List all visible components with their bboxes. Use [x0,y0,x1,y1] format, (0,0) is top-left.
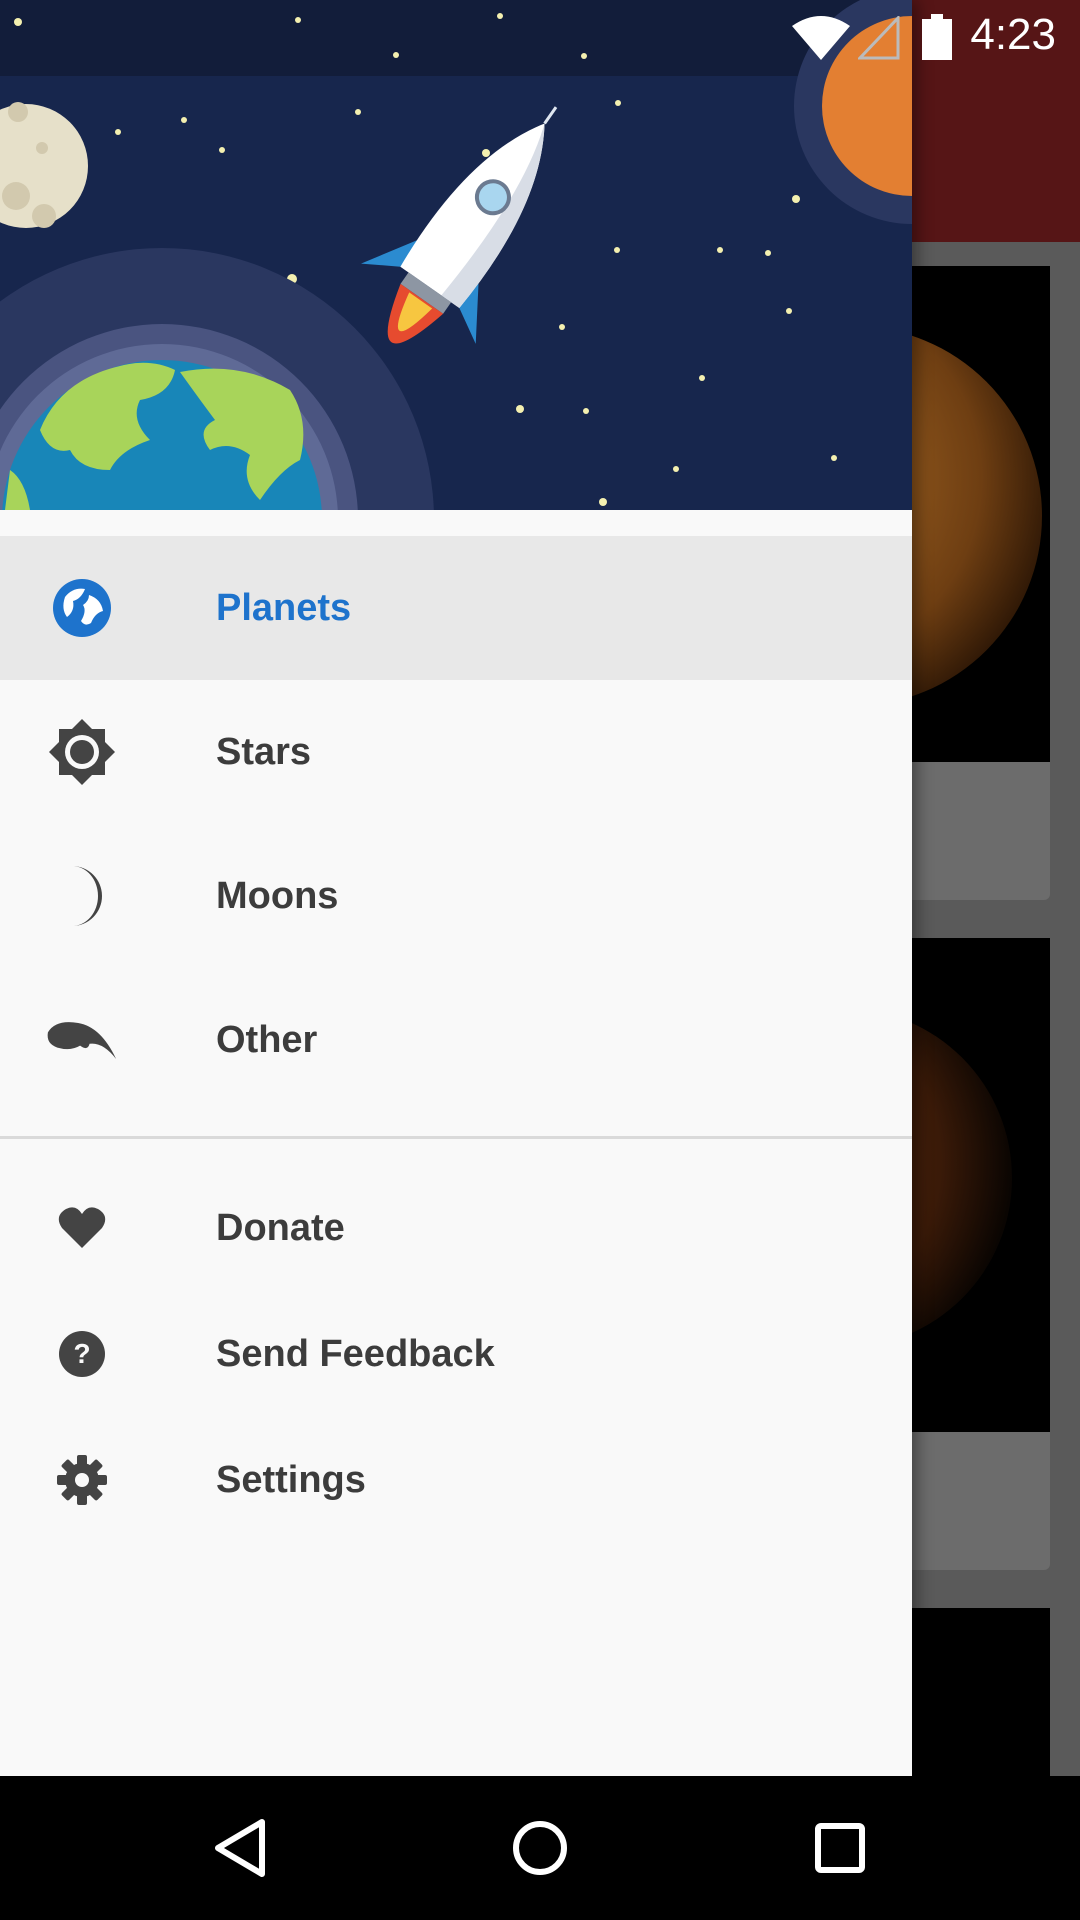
globe-icon [46,572,118,644]
home-button[interactable] [504,1812,576,1884]
recents-button[interactable] [804,1812,876,1884]
planet-card-image[interactable] [662,266,1050,762]
signal-icon [858,16,900,60]
gear-icon [46,1444,118,1516]
nav-item-send-feedback[interactable]: ? Send Feedback [0,1291,912,1417]
space-rocket-illustration [0,0,912,510]
comet-icon [46,1004,118,1076]
nav-label-settings: Settings [216,1458,366,1501]
help-icon: ? [46,1318,118,1390]
nav-item-donate[interactable]: Donate [0,1165,912,1291]
nav-label-send-feedback: Send Feedback [216,1332,495,1375]
nav-item-planets[interactable]: Planets [0,536,912,680]
nav-label-donate: Donate [216,1206,345,1249]
planet-card-footer[interactable] [912,762,1050,900]
nav-label-planets: Planets [216,586,352,629]
battery-icon [922,14,952,60]
wifi-icon [792,16,850,60]
status-bar: 4:23 [0,0,1080,76]
nav-item-settings[interactable]: Settings [0,1417,912,1543]
nav-label-moons: Moons [216,874,339,917]
heart-icon [46,1192,118,1264]
svg-text:?: ? [73,1338,90,1369]
nav-item-moons[interactable]: Moons [0,824,912,968]
system-nav-bar [0,1776,1080,1920]
planet-card-image[interactable] [912,1608,1050,1776]
nav-item-stars[interactable]: Stars [0,680,912,824]
back-button[interactable] [204,1812,276,1884]
status-clock: 4:23 [970,10,1056,59]
planet-card-footer[interactable] [912,1432,1050,1570]
nav-label-other: Other [216,1018,318,1061]
moon-icon [46,860,118,932]
drawer-divider [0,1136,912,1139]
nav-item-other[interactable]: Other [0,968,912,1112]
navigation-drawer: Planets Stars Moons Other Donate ? Send … [0,0,912,1776]
planet-mars-image [672,1008,1012,1348]
planet-card-image[interactable] [672,938,1050,1432]
sun-icon [46,716,118,788]
nav-label-stars: Stars [216,730,312,773]
drawer-header-illustration [0,0,912,510]
planet-venus-image [662,326,1042,706]
